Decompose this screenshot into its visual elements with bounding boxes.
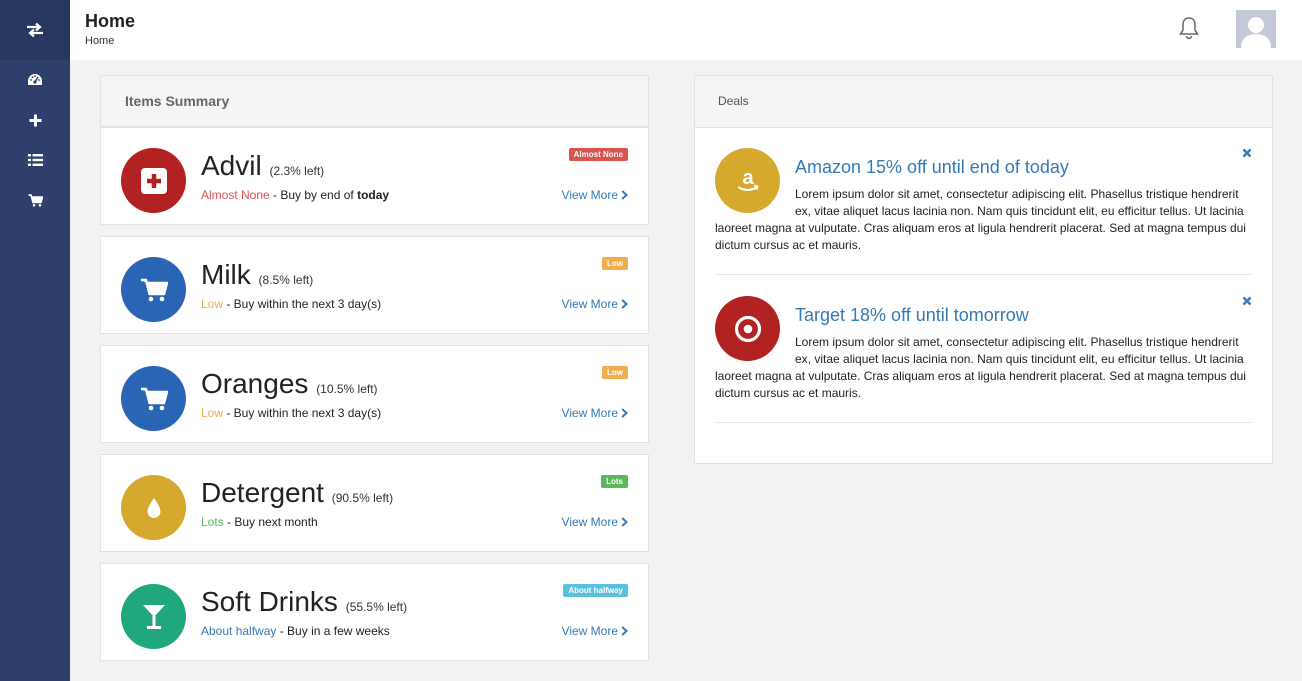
status-label: About halfway [201, 624, 277, 638]
sidebar-item-cart[interactable] [0, 180, 70, 220]
item-status: Low - Buy within the next 3 day(s) [201, 297, 381, 311]
item-icon-circle [121, 148, 186, 213]
sidebar-item-add[interactable] [0, 100, 70, 140]
cart-icon [28, 193, 43, 207]
close-icon[interactable] [1242, 296, 1252, 306]
status-text: - Buy by end of [269, 188, 358, 202]
item-name: Detergent (90.5% left) [201, 477, 394, 508]
deal-body: Lorem ipsum dolor sit amet, consectetur … [715, 335, 1246, 400]
item-status: Lots - Buy next month [201, 515, 318, 529]
item-icon-circle [121, 257, 186, 322]
breadcrumb[interactable]: Home [85, 35, 114, 47]
deal-item-amazon: a Amazon 15% off until end of today Lore… [715, 148, 1252, 275]
deal-body: Lorem ipsum dolor sit amet, consectetur … [715, 187, 1246, 252]
item-percent: (8.5% left) [258, 273, 314, 287]
status-badge: Lots [601, 475, 628, 488]
swap-arrows-icon [27, 23, 43, 37]
cocktail-icon [142, 604, 165, 629]
item-icon-circle [121, 475, 186, 540]
status-badge: Low [602, 366, 628, 379]
view-more-link[interactable]: View More [562, 188, 628, 202]
status-emphasis: today [357, 188, 390, 202]
deals-header: Deals [695, 76, 1272, 128]
deals-panel: Deals a Amazon 15% off until end of toda… [694, 75, 1273, 464]
item-status: About halfway - Buy in a few weeks [201, 624, 390, 638]
droplet-icon [147, 497, 160, 518]
view-more-link[interactable]: View More [562, 624, 628, 638]
item-card-soft-drinks: Soft Drinks (55.5% left) About halfway -… [100, 563, 649, 661]
item-percent: (2.3% left) [269, 164, 325, 178]
user-avatar-icon [1241, 17, 1271, 48]
items-summary-header: Items Summary [100, 75, 649, 127]
item-name: Soft Drinks (55.5% left) [201, 586, 408, 617]
item-name: Oranges (10.5% left) [201, 368, 378, 399]
view-more-link[interactable]: View More [562, 406, 628, 420]
status-badge: About halfway [563, 584, 628, 597]
dashboard-icon [28, 74, 42, 85]
close-icon[interactable] [1242, 148, 1252, 158]
view-more-link[interactable]: View More [562, 297, 628, 311]
cart-icon [140, 387, 168, 410]
status-badge: Almost None [568, 148, 628, 161]
deal-title[interactable]: Target 18% off until tomorrow [795, 305, 1029, 326]
deal-title[interactable]: Amazon 15% off until end of today [795, 157, 1069, 178]
status-label: Lots [201, 515, 224, 529]
bell-icon[interactable] [1178, 16, 1200, 40]
list-icon [27, 154, 43, 166]
plus-icon [29, 114, 41, 126]
chevron-right-icon [621, 299, 628, 309]
item-status: Low - Buy within the next 3 day(s) [201, 406, 381, 420]
chevron-right-icon [621, 408, 628, 418]
item-name: Advil (2.3% left) [201, 150, 325, 181]
avatar[interactable] [1236, 10, 1276, 48]
item-percent: (90.5% left) [331, 491, 394, 505]
top-header: Home Home [70, 0, 1302, 60]
chevron-right-icon [621, 190, 628, 200]
status-text: - Buy next month [223, 515, 318, 529]
deals-title: Deals [718, 94, 749, 108]
chevron-right-icon [621, 517, 628, 527]
deal-item-target: Target 18% off until tomorrow Lorem ipsu… [715, 296, 1252, 423]
cart-icon [140, 278, 168, 301]
item-name: Milk (8.5% left) [201, 259, 314, 290]
item-card-milk: Milk (8.5% left) Low - Buy within the ne… [100, 236, 649, 334]
status-badge: Low [602, 257, 628, 270]
item-percent: (10.5% left) [316, 382, 378, 396]
sidebar [0, 0, 70, 681]
sidebar-item-list[interactable] [0, 140, 70, 180]
item-percent: (55.5% left) [345, 600, 408, 614]
status-text: - Buy within the next 3 day(s) [223, 406, 382, 420]
status-text: - Buy within the next 3 day(s) [223, 297, 382, 311]
item-icon-circle [121, 584, 186, 649]
view-more-link[interactable]: View More [562, 515, 628, 529]
item-status: Almost None - Buy by end of today [201, 188, 389, 202]
status-label: Low [201, 297, 224, 311]
item-card-oranges: Oranges (10.5% left) Low - Buy within th… [100, 345, 649, 443]
sidebar-toggle[interactable] [0, 0, 70, 60]
item-icon-circle [121, 366, 186, 431]
sidebar-item-dashboard[interactable] [0, 60, 70, 100]
status-label: Low [201, 406, 224, 420]
page-title: Home [85, 11, 136, 31]
item-card-advil: Advil (2.3% left) Almost None - Buy by e… [100, 127, 649, 225]
item-card-detergent: Detergent (90.5% left) Lots - Buy next m… [100, 454, 649, 552]
medical-kit-icon [140, 167, 167, 194]
items-summary-title: Items Summary [125, 93, 230, 109]
status-label: Almost None [201, 188, 270, 202]
chevron-right-icon [621, 626, 628, 636]
status-text: - Buy in a few weeks [276, 624, 390, 638]
